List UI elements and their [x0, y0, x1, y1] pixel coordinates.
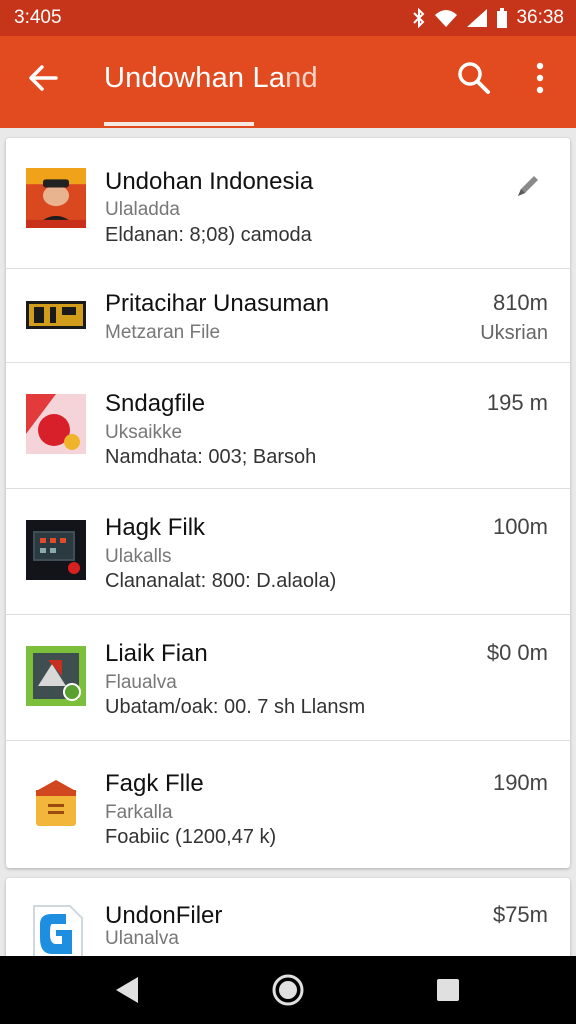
wifi-icon: [435, 10, 458, 27]
status-bar: 3:405 36:38: [0, 0, 576, 36]
navigation-bar: [0, 956, 576, 1024]
portrait-thumbnail-icon: [26, 168, 86, 228]
app-logo-icon: [33, 905, 83, 961]
file-subtitle: Ulakalls: [105, 546, 172, 567]
battery-icon: [497, 8, 508, 28]
list-item[interactable]: Hagk Filk Ulakalls Clananalat: 800: D.al…: [6, 488, 570, 615]
file-title: Fagk Flle: [105, 770, 204, 797]
status-time: 3:405: [14, 7, 62, 28]
file-detail: Eldanan: 8;08) camoda: [105, 224, 312, 246]
back-arrow-icon[interactable]: [24, 58, 64, 98]
file-subtitle: Ulanalva: [105, 928, 179, 949]
search-icon[interactable]: [456, 60, 492, 96]
page-title: Undowhan Land: [104, 62, 318, 95]
list-item[interactable]: Undohan Indonesia Ulaladda Eldanan: 8;08…: [6, 138, 570, 269]
file-subtitle: Flaualva: [105, 672, 177, 693]
list-item[interactable]: Fagk Flle Farkalla Foabiic (1200,47 k) 1…: [6, 740, 570, 868]
title-main: Undowhan La: [104, 62, 286, 94]
file-detail: Foabiic (1200,47 k): [105, 826, 277, 848]
file-type: Uksrian: [480, 322, 548, 344]
file-size: 190m: [492, 770, 548, 795]
list-item[interactable]: UndonFiler Ulanalva $75m: [6, 878, 570, 968]
edit-pencil-icon[interactable]: [512, 170, 544, 202]
status-icons: 36:38: [412, 7, 564, 29]
file-title: Hagk Filk: [105, 514, 206, 541]
list-item[interactable]: Sndagfile Uksaikke Namdhata: 003; Barsoh…: [6, 362, 570, 489]
nav-recents-icon[interactable]: [434, 976, 462, 1004]
file-title: Liaik Fian: [105, 640, 208, 667]
app-bar: Undowhan Land: [0, 36, 576, 128]
file-detail: Clananalat: 800: D.alaola): [105, 570, 337, 592]
file-title: Undohan Indonesia: [105, 168, 314, 195]
nav-back-icon[interactable]: [112, 974, 142, 1006]
title-faded: nd: [285, 62, 318, 94]
nav-home-icon[interactable]: [270, 972, 306, 1008]
file-subtitle: Farkalla: [105, 802, 173, 823]
signal-icon: [467, 9, 488, 27]
file-title: UndonFiler: [105, 902, 223, 929]
app-thumbnail-icon: [26, 520, 86, 580]
tab-indicator: [104, 122, 254, 126]
file-size: $0 0m: [486, 640, 548, 665]
logo-thumbnail-icon: [26, 301, 86, 329]
file-size: 100m: [492, 514, 548, 539]
more-vert-icon[interactable]: [528, 60, 552, 96]
list-item[interactable]: Pritacihar Unasuman Metzaran File 810m U…: [6, 268, 570, 363]
bluetooth-icon: [413, 8, 425, 28]
file-title: Pritacihar Unasuman: [105, 290, 330, 317]
image-thumbnail-icon: [26, 394, 86, 454]
file-list: Undohan Indonesia Ulaladda Eldanan: 8;08…: [6, 138, 570, 868]
file-size: 810m: [492, 290, 548, 315]
file-subtitle: Uksaikke: [105, 422, 183, 443]
archive-box-icon: [36, 780, 76, 826]
file-subtitle: Ulaladda: [105, 199, 180, 220]
status-clock: 36:38: [516, 7, 564, 28]
photo-thumbnail-icon: [26, 646, 86, 706]
file-size: 195 m: [486, 390, 548, 415]
file-detail: Ubatam/oak: 00. 7 sh Llansm: [105, 696, 366, 718]
file-title: Sndagfile: [105, 390, 206, 417]
file-subtitle: Metzaran File: [105, 322, 221, 343]
file-detail: Namdhata: 003; Barsoh: [105, 446, 317, 468]
list-item[interactable]: Liaik Fian Flaualva Ubatam/oak: 00. 7 sh…: [6, 614, 570, 741]
file-size: $75m: [492, 902, 548, 927]
